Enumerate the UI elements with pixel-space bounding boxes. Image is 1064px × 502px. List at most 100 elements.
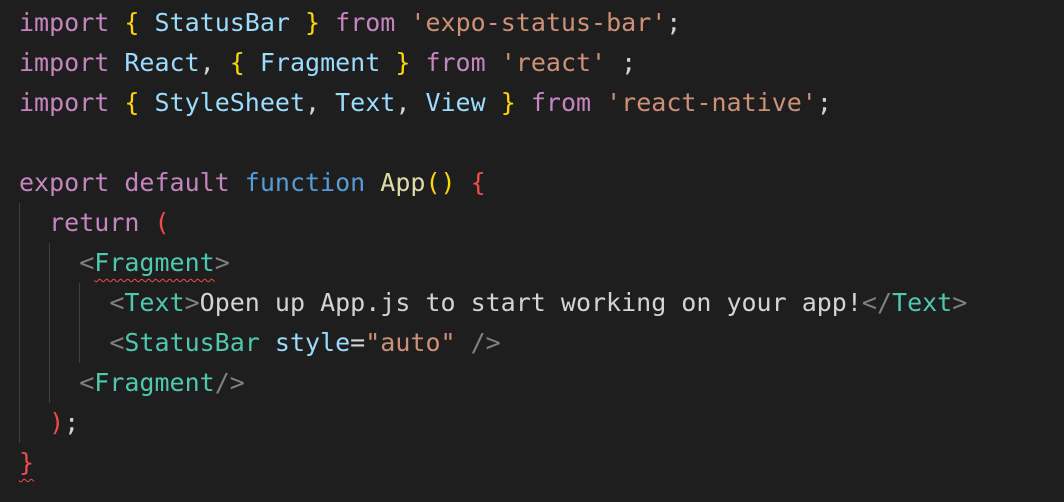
code-token: } [395,48,411,77]
code-token: "auto" [365,328,456,357]
code-token: Open up App.js to start working on your … [199,288,862,317]
indent-guide [19,283,20,323]
indent-guide [79,283,81,323]
code-line[interactable]: <Text>Open up App.js to start working on… [19,283,1064,323]
code-token: ( [154,208,170,237]
code-token: from [335,8,396,37]
code-token: /> [470,328,501,357]
code-token: Text [335,88,396,117]
code-token: ; [666,8,682,37]
code-token: ; [606,48,637,77]
code-token: < [109,328,125,357]
code-line[interactable]: <Fragment> [19,243,1064,283]
indentation [19,288,109,317]
indent-guide [19,203,20,243]
code-token: Fragment [94,368,215,397]
code-token: import [19,8,110,37]
code-token: View [425,88,501,117]
indent-guide [19,323,20,363]
code-token: > [184,288,200,317]
code-token: App [380,168,426,197]
code-line[interactable]: <StatusBar style="auto" /> [19,323,1064,363]
indent-guide [79,323,81,363]
code-token: import [19,88,110,117]
indent-guide [49,363,51,403]
code-token: Text [124,288,185,317]
code-token: </ [861,288,893,317]
code-token: export [19,168,110,197]
code-token: import [19,48,110,77]
code-token: { [470,168,486,197]
code-token: from [530,88,592,117]
code-token: > [952,288,968,317]
code-token: { [229,48,245,77]
indentation [19,408,49,437]
code-token: StyleSheet [139,88,306,117]
code-line[interactable]: import React, { Fragment } from 'react' … [19,43,1064,83]
code-token: 'expo-status-bar' [410,8,667,37]
indentation [19,208,49,237]
code-token: style [274,328,351,357]
code-token: ; [64,408,80,437]
code-token: , [305,88,336,117]
code-token: , [395,88,426,117]
code-token: StatusBar [139,8,306,37]
code-line[interactable]: export default function App() { [19,163,1064,203]
code-token: 'react' [500,48,607,77]
code-token: = [350,328,366,357]
code-token: 'react-native' [606,88,817,117]
code-line[interactable]: import { StatusBar } from 'expo-status-b… [19,3,1064,43]
code-token: () [425,168,456,197]
code-token: from [425,48,486,77]
code-token: } [500,88,516,117]
code-line[interactable]: ); [19,403,1064,443]
code-line[interactable]: import { StyleSheet, Text, View } from '… [19,83,1064,123]
code-line[interactable]: return ( [19,203,1064,243]
indentation [19,328,109,357]
code-token: function [244,168,366,197]
code-token: /> [214,368,245,397]
code-token: { [124,8,140,37]
code-token: { [124,88,140,117]
code-line[interactable] [19,123,1064,163]
code-token-with-error: Fragment [94,248,215,277]
code-token: < [109,288,125,317]
code-editor[interactable]: import { StatusBar } from 'expo-status-b… [0,0,1064,502]
code-token: ; [816,88,832,117]
code-token: return [49,208,140,237]
code-token: StatusBar [124,328,260,357]
indent-guide [19,363,20,403]
indent-guide [19,403,20,443]
code-token: React [124,48,200,77]
code-line[interactable]: <Fragment/> [19,363,1064,403]
indent-guide [49,243,51,283]
code-token-with-error: } [19,448,35,477]
indent-guide [49,323,51,363]
code-token: Fragment [244,48,396,77]
code-token: < [79,248,95,277]
indent-guide [49,283,51,323]
code-token: , [199,48,230,77]
code-token: < [79,368,95,397]
code-token: } [305,8,321,37]
code-token: Text [892,288,953,317]
code-token: ) [49,408,65,437]
code-token: > [214,248,230,277]
code-line[interactable]: } [19,443,1064,483]
